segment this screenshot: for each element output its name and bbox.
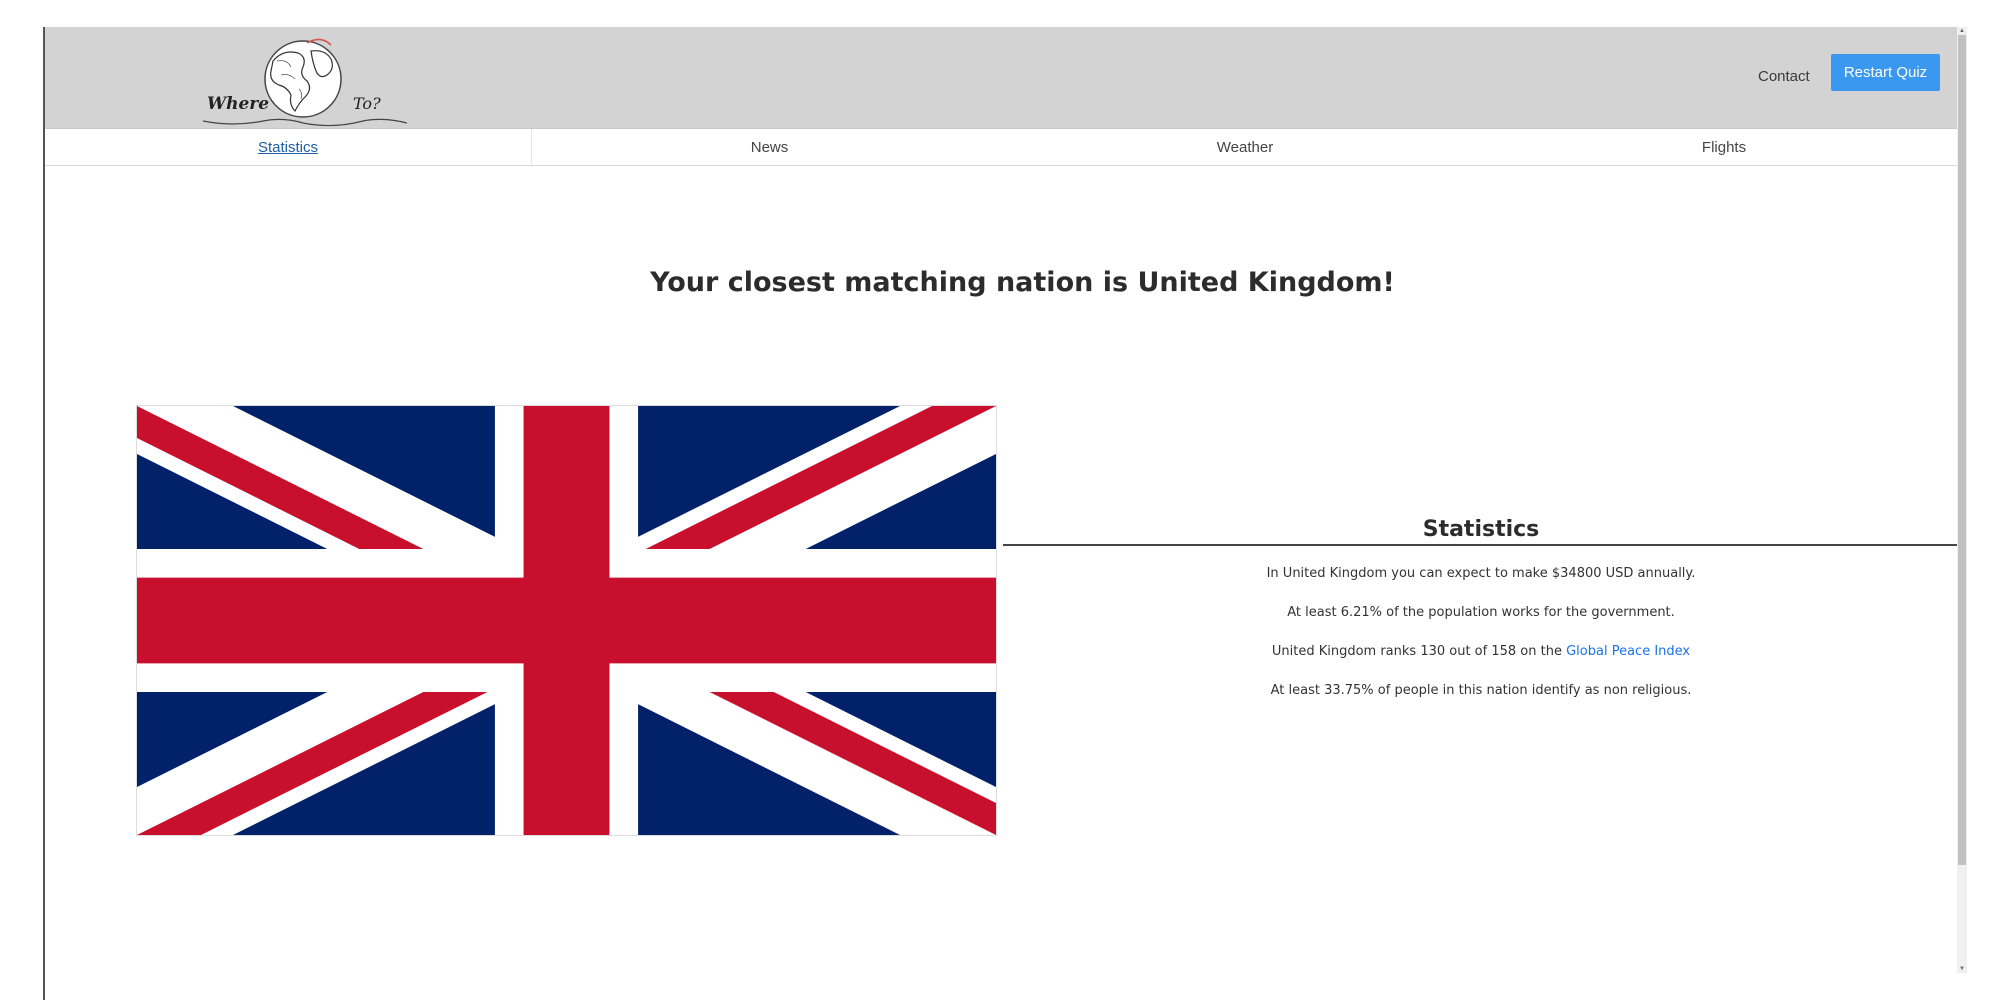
income-stat: In United Kingdom you can expect to make… [1266, 566, 1696, 581]
scroll-up-arrow-icon[interactable]: ▲ [1957, 27, 1967, 35]
statistics-heading: Statistics [1003, 517, 1959, 546]
vertical-scrollbar[interactable]: ▲ ▼ [1957, 27, 1967, 973]
result-title: Your closest matching nation is United K… [650, 267, 1395, 298]
app-window: Where To? Contact Restart Quiz Statistic… [43, 27, 1967, 1000]
logo-text-left: Where [207, 94, 269, 114]
contact-link[interactable]: Contact [1758, 68, 1810, 85]
logo-text-right: To? [353, 94, 381, 113]
page: Where To? Contact Restart Quiz Statistic… [0, 0, 2000, 1000]
tab-news[interactable]: News [532, 129, 1007, 165]
restart-quiz-button[interactable]: Restart Quiz [1831, 54, 1940, 91]
peace-index-stat: United Kingdom ranks 130 out of 158 on t… [1003, 644, 1959, 659]
statistics-panel: Statistics In United Kingdom you can exp… [1003, 517, 1959, 698]
scrollbar-thumb[interactable] [1958, 35, 1966, 865]
scroll-down-arrow-icon[interactable]: ▼ [1957, 965, 1967, 973]
government-stat: At least 6.21% of the population works f… [1287, 605, 1675, 620]
tab-statistics[interactable]: Statistics [45, 129, 532, 165]
global-peace-index-link[interactable]: Global Peace Index [1566, 644, 1690, 659]
peace-index-text: United Kingdom ranks 130 out of 158 on t… [1271, 644, 1562, 659]
religion-stat: At least 33.75% of people in this nation… [1270, 683, 1692, 698]
tab-bar: Statistics News Weather Flights [45, 129, 1967, 166]
where-to-logo[interactable]: Where To? [203, 31, 407, 129]
tab-weather[interactable]: Weather [1007, 129, 1483, 165]
union-jack-flag-icon [136, 405, 997, 836]
header-bar: Where To? Contact Restart Quiz [45, 27, 1967, 129]
tab-flights[interactable]: Flights [1483, 129, 1965, 165]
